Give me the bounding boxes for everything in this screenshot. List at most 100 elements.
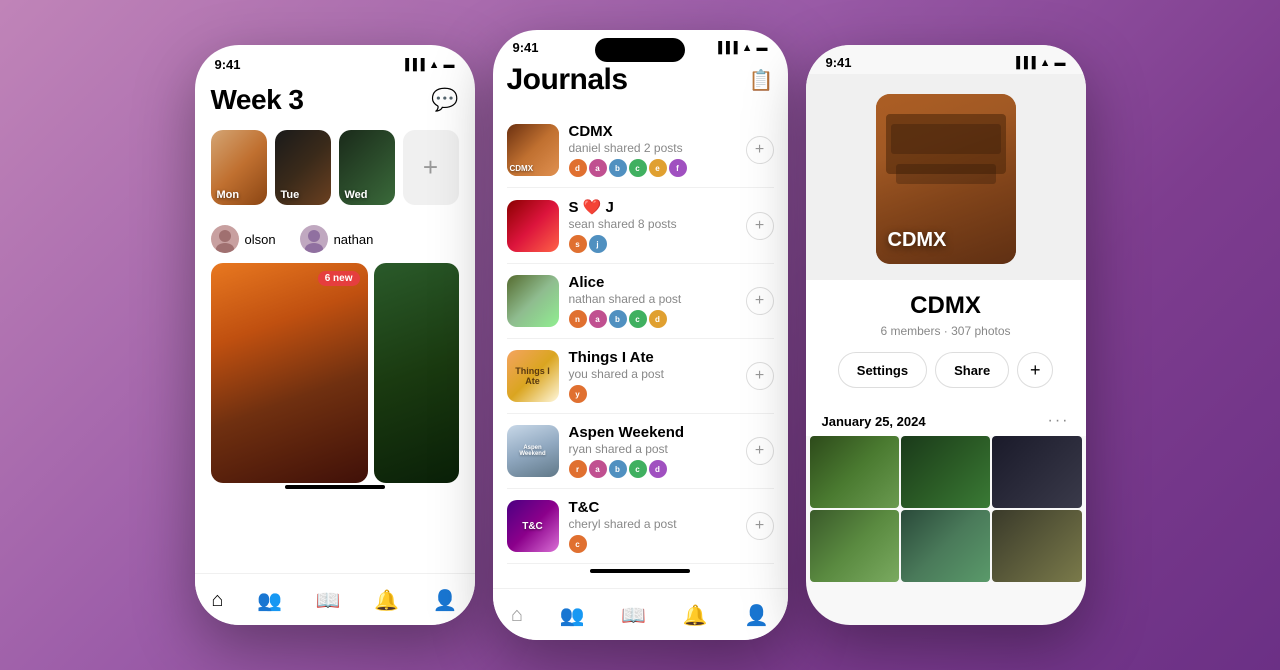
journal-item-cdmx[interactable]: CDMX CDMX daniel shared 2 posts d a b c … <box>507 113 774 188</box>
more-options-icon[interactable]: ··· <box>1048 412 1070 430</box>
mini-avatar: b <box>609 159 627 177</box>
day-add-button[interactable]: + <box>403 130 459 205</box>
day-tue[interactable]: Tue <box>275 130 331 205</box>
photo-side[interactable] <box>374 263 459 483</box>
nav-profile-2[interactable]: 👤 <box>734 599 779 632</box>
mini-avatar: c <box>629 310 647 328</box>
nav-home-1[interactable]: ⌂ <box>201 585 233 616</box>
journal-avatars-things: y <box>569 385 736 403</box>
phone-2-content: Journals 📋 CDMX CDMX daniel shared 2 pos… <box>493 57 788 567</box>
new-journal-icon[interactable]: 📋 <box>749 68 774 93</box>
journal-item-sj[interactable]: S ❤️ J sean shared 8 posts s j + <box>507 188 774 264</box>
mini-avatar: n <box>569 310 587 328</box>
mini-avatar: r <box>569 460 587 478</box>
mini-avatar: c <box>629 159 647 177</box>
journal-info-cdmx: CDMX daniel shared 2 posts d a b c e f <box>569 123 736 177</box>
journal-sub-sj: sean shared 8 posts <box>569 217 736 231</box>
nav-people-2[interactable]: 👥 <box>550 599 595 632</box>
cdmx-photo-6[interactable] <box>992 510 1081 582</box>
journal-avatars-cdmx: d a b c e f <box>569 159 736 177</box>
nav-profile-1[interactable]: 👤 <box>423 584 468 617</box>
journal-add-things[interactable]: + <box>746 362 774 390</box>
mini-avatar: d <box>649 460 667 478</box>
journal-info-aspen: Aspen Weekend ryan shared a post r a b c… <box>569 424 736 478</box>
settings-button[interactable]: Settings <box>838 352 927 388</box>
journal-item-alice[interactable]: Alice nathan shared a post n a b c d + <box>507 264 774 339</box>
nav-bell-1[interactable]: 🔔 <box>364 584 409 617</box>
journal-sub-tc: cheryl shared a post <box>569 517 736 531</box>
journal-avatars-alice: n a b c d <box>569 310 736 328</box>
nav-people-1[interactable]: 👥 <box>247 584 292 617</box>
cdmx-cover-label: CDMX <box>888 229 947 252</box>
journal-item-tc[interactable]: T&C T&C cheryl shared a post c + <box>507 489 774 564</box>
cdmx-info: CDMX 6 members · 307 photos Settings Sha… <box>806 280 1086 402</box>
nav-journals-2[interactable]: 📖 <box>611 599 656 632</box>
wifi-icon: ▲ <box>429 59 440 71</box>
cdmx-photo-1[interactable] <box>810 436 899 508</box>
phone-1: 9:41 ▐▐▐ ▲ ▬ Week 3 💬 Mon Tue Wed <box>195 45 475 625</box>
day-wed-label: Wed <box>345 189 368 201</box>
mini-avatar: a <box>589 310 607 328</box>
friend-nathan: nathan <box>300 225 374 253</box>
journal-sub-alice: nathan shared a post <box>569 292 736 306</box>
cdmx-cover: CDMX <box>806 74 1086 280</box>
new-badge: 6 new <box>318 271 360 286</box>
share-button[interactable]: Share <box>935 352 1009 388</box>
journal-add-aspen[interactable]: + <box>746 437 774 465</box>
chat-icon[interactable]: 💬 <box>431 87 458 113</box>
cdmx-photo-3[interactable] <box>992 436 1081 508</box>
nav-bell-2[interactable]: 🔔 <box>673 599 718 632</box>
cdmx-photo-2[interactable] <box>901 436 990 508</box>
cdmx-cover-image: CDMX <box>876 94 1016 264</box>
day-mon[interactable]: Mon <box>211 130 267 205</box>
phone-3: 9:41 ▐▐▐ ▲ ▬ CDMX CDMX 6 members · 307 p… <box>806 45 1086 625</box>
journal-add-sj[interactable]: + <box>746 212 774 240</box>
journal-thumb-aspen: AspenWeekend <box>507 425 559 477</box>
cdmx-photo-4[interactable] <box>810 510 899 582</box>
status-icons-1: ▐▐▐ ▲ ▬ <box>401 59 454 71</box>
add-icon: + <box>423 152 438 183</box>
journal-name-cdmx: CDMX <box>569 123 736 140</box>
journal-add-tc[interactable]: + <box>746 512 774 540</box>
journal-sub-things: you shared a post <box>569 367 736 381</box>
home-indicator-2 <box>590 569 690 573</box>
journal-thumb-sj <box>507 200 559 252</box>
friend-olson: olson <box>211 225 276 253</box>
add-button[interactable]: + <box>1017 352 1053 388</box>
status-time-1: 9:41 <box>215 57 241 72</box>
photo-main[interactable]: 6 new <box>211 263 368 483</box>
journal-avatars-tc: c <box>569 535 736 553</box>
cdmx-photo-5[interactable] <box>901 510 990 582</box>
journal-item-aspen[interactable]: AspenWeekend Aspen Weekend ryan shared a… <box>507 414 774 489</box>
journals-title: Journals <box>507 63 628 97</box>
battery-icon: ▬ <box>444 59 455 71</box>
home-indicator-1 <box>285 485 385 489</box>
journal-list: CDMX CDMX daniel shared 2 posts d a b c … <box>507 113 774 564</box>
nav-journals-1[interactable]: 📖 <box>306 584 351 617</box>
phone-1-content: Week 3 💬 Mon Tue Wed + <box>195 84 475 483</box>
nav-home-2[interactable]: ⌂ <box>501 600 533 631</box>
journal-thumb-tc: T&C <box>507 500 559 552</box>
mini-avatar: b <box>609 310 627 328</box>
status-icons-2: ▐▐▐ ▲ ▬ <box>714 42 767 54</box>
mini-avatar: a <box>589 159 607 177</box>
status-bar-3: 9:41 ▐▐▐ ▲ ▬ <box>806 45 1086 74</box>
photos-grid: 6 new <box>211 263 459 483</box>
day-tue-label: Tue <box>281 189 300 201</box>
friend-name-olson: olson <box>245 232 276 247</box>
mini-avatar: j <box>589 235 607 253</box>
journal-thumb-cdmx: CDMX <box>507 124 559 176</box>
day-wed[interactable]: Wed <box>339 130 395 205</box>
journal-info-alice: Alice nathan shared a post n a b c d <box>569 274 736 328</box>
mini-avatar: d <box>649 310 667 328</box>
avatar-olson <box>211 225 239 253</box>
status-bar-1: 9:41 ▐▐▐ ▲ ▬ <box>195 45 475 76</box>
journal-add-alice[interactable]: + <box>746 287 774 315</box>
bottom-nav-2: ⌂ 👥 📖 🔔 👤 <box>493 588 788 640</box>
journal-add-cdmx[interactable]: + <box>746 136 774 164</box>
bottom-nav-1: ⌂ 👥 📖 🔔 👤 <box>195 573 475 625</box>
signal-icon: ▐▐▐ <box>401 59 424 71</box>
journal-item-things[interactable]: Things I Ate Things I Ate you shared a p… <box>507 339 774 414</box>
cdmx-date-header: January 25, 2024 ··· <box>806 402 1086 436</box>
signal-icon-3: ▐▐▐ <box>1012 57 1035 69</box>
